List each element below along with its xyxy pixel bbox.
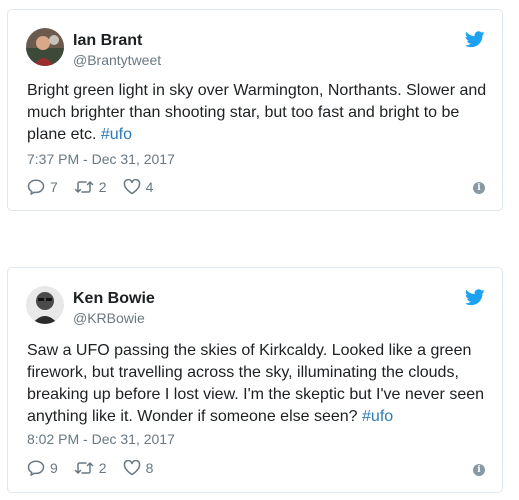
- author-handle[interactable]: @Brantytweet: [73, 52, 161, 68]
- author-name[interactable]: Ken Bowie: [73, 290, 155, 308]
- tweet-body: Bright green light in sky over Warmingto…: [27, 82, 487, 143]
- heart-icon: [123, 179, 140, 195]
- retweet-icon: [74, 181, 94, 193]
- like-button[interactable]: 4: [123, 179, 154, 195]
- author-handle[interactable]: @KRBowie: [73, 310, 145, 326]
- tweet-text: Saw a UFO passing the skies of Kirkcaldy…: [27, 340, 497, 428]
- hashtag-link[interactable]: #ufo: [101, 126, 132, 143]
- timestamp[interactable]: 8:02 PM - Dec 31, 2017: [27, 431, 175, 447]
- avatar[interactable]: [26, 28, 64, 66]
- retweet-count: 2: [98, 460, 107, 476]
- like-count: 8: [145, 460, 154, 476]
- timestamp[interactable]: 7:37 PM - Dec 31, 2017: [27, 151, 175, 167]
- action-bar: 7 2 4: [27, 177, 169, 197]
- reply-button[interactable]: 7: [27, 179, 58, 195]
- retweet-count: 2: [98, 179, 107, 195]
- like-button[interactable]: 8: [123, 460, 154, 476]
- tweet-body: Saw a UFO passing the skies of Kirkcaldy…: [27, 342, 485, 425]
- author-name[interactable]: Ian Brant: [73, 32, 142, 50]
- retweet-icon: [74, 462, 94, 474]
- profile-photo-icon: [26, 28, 64, 66]
- info-icon[interactable]: i: [473, 464, 485, 476]
- twitter-bird-icon[interactable]: [465, 289, 485, 306]
- action-bar: 9 2 8: [27, 458, 169, 478]
- tweet-text: Bright green light in sky over Warmingto…: [27, 80, 497, 146]
- reply-icon: [27, 460, 45, 476]
- retweet-button[interactable]: 2: [74, 460, 107, 476]
- reply-count: 9: [50, 460, 58, 476]
- info-icon[interactable]: i: [473, 182, 485, 194]
- profile-photo-icon: [26, 286, 64, 324]
- twitter-bird-icon[interactable]: [465, 31, 485, 48]
- tweet-card[interactable]: Ken Bowie @KRBowie Saw a UFO passing the…: [7, 267, 503, 493]
- like-count: 4: [145, 179, 154, 195]
- retweet-button[interactable]: 2: [74, 179, 107, 195]
- tweet-card[interactable]: Ian Brant @Brantytweet Bright green ligh…: [7, 9, 503, 211]
- avatar[interactable]: [26, 286, 64, 324]
- reply-button[interactable]: 9: [27, 460, 58, 476]
- reply-count: 7: [50, 179, 58, 195]
- hashtag-link[interactable]: #ufo: [362, 408, 393, 425]
- heart-icon: [123, 460, 140, 476]
- reply-icon: [27, 179, 45, 195]
